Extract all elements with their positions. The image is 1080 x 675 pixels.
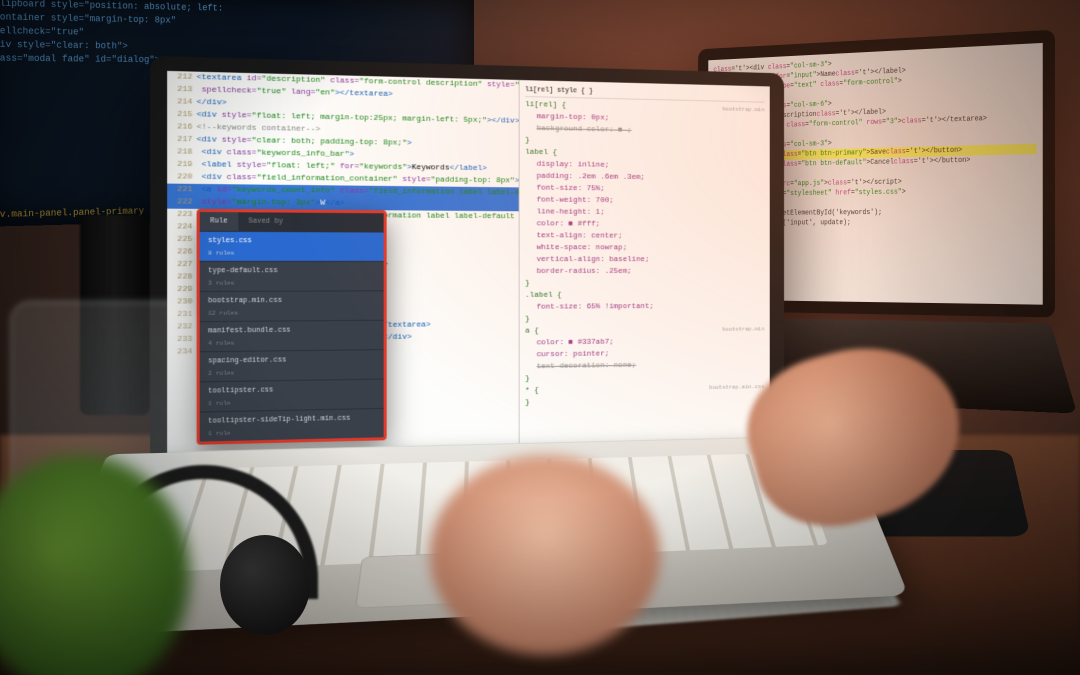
- stylesheet-item[interactable]: type-default.css3 rules: [200, 261, 384, 291]
- popup-tab[interactable]: Saved by: [238, 212, 293, 231]
- stylesheet-item[interactable]: spacing-editor.css2 rules: [200, 349, 384, 381]
- popup-tab[interactable]: Rule: [200, 212, 238, 231]
- css-rule-close: }: [525, 278, 764, 290]
- center-laptop-bezel: 212<textarea id="description" class="for…: [150, 56, 784, 475]
- css-property[interactable]: white-space: nowrap;: [525, 242, 764, 254]
- styles-panel[interactable]: li[rel] style { } li[rel] {bootstrap.min…: [519, 80, 769, 443]
- stylesheet-item[interactable]: bootstrap.min.css12 rules: [200, 290, 384, 321]
- css-property[interactable]: border-radius: .25em;: [525, 266, 764, 278]
- stylesheet-item[interactable]: tooltipster.css1 rule: [200, 379, 384, 412]
- center-laptop: 212<textarea id="description" class="for…: [150, 56, 784, 475]
- popup-tabs[interactable]: RuleSaved by: [200, 212, 384, 232]
- left-hand: [430, 455, 660, 655]
- workspace-photo: paste the <textarea> _clipboard style="p…: [0, 0, 1080, 675]
- stylesheet-item[interactable]: styles.css8 rules: [200, 231, 384, 261]
- css-property[interactable]: text-align: center;: [525, 230, 764, 243]
- elements-panel[interactable]: 212<textarea id="description" class="for…: [167, 71, 519, 452]
- css-property[interactable]: vertical-align: baseline;: [525, 254, 764, 266]
- stylesheet-item[interactable]: manifest.bundle.css4 rules: [200, 320, 384, 351]
- devtools-screen: 212<textarea id="description" class="for…: [167, 71, 770, 452]
- stylesheet-picker-popup[interactable]: RuleSaved by styles.css8 rulestype-defau…: [197, 209, 387, 445]
